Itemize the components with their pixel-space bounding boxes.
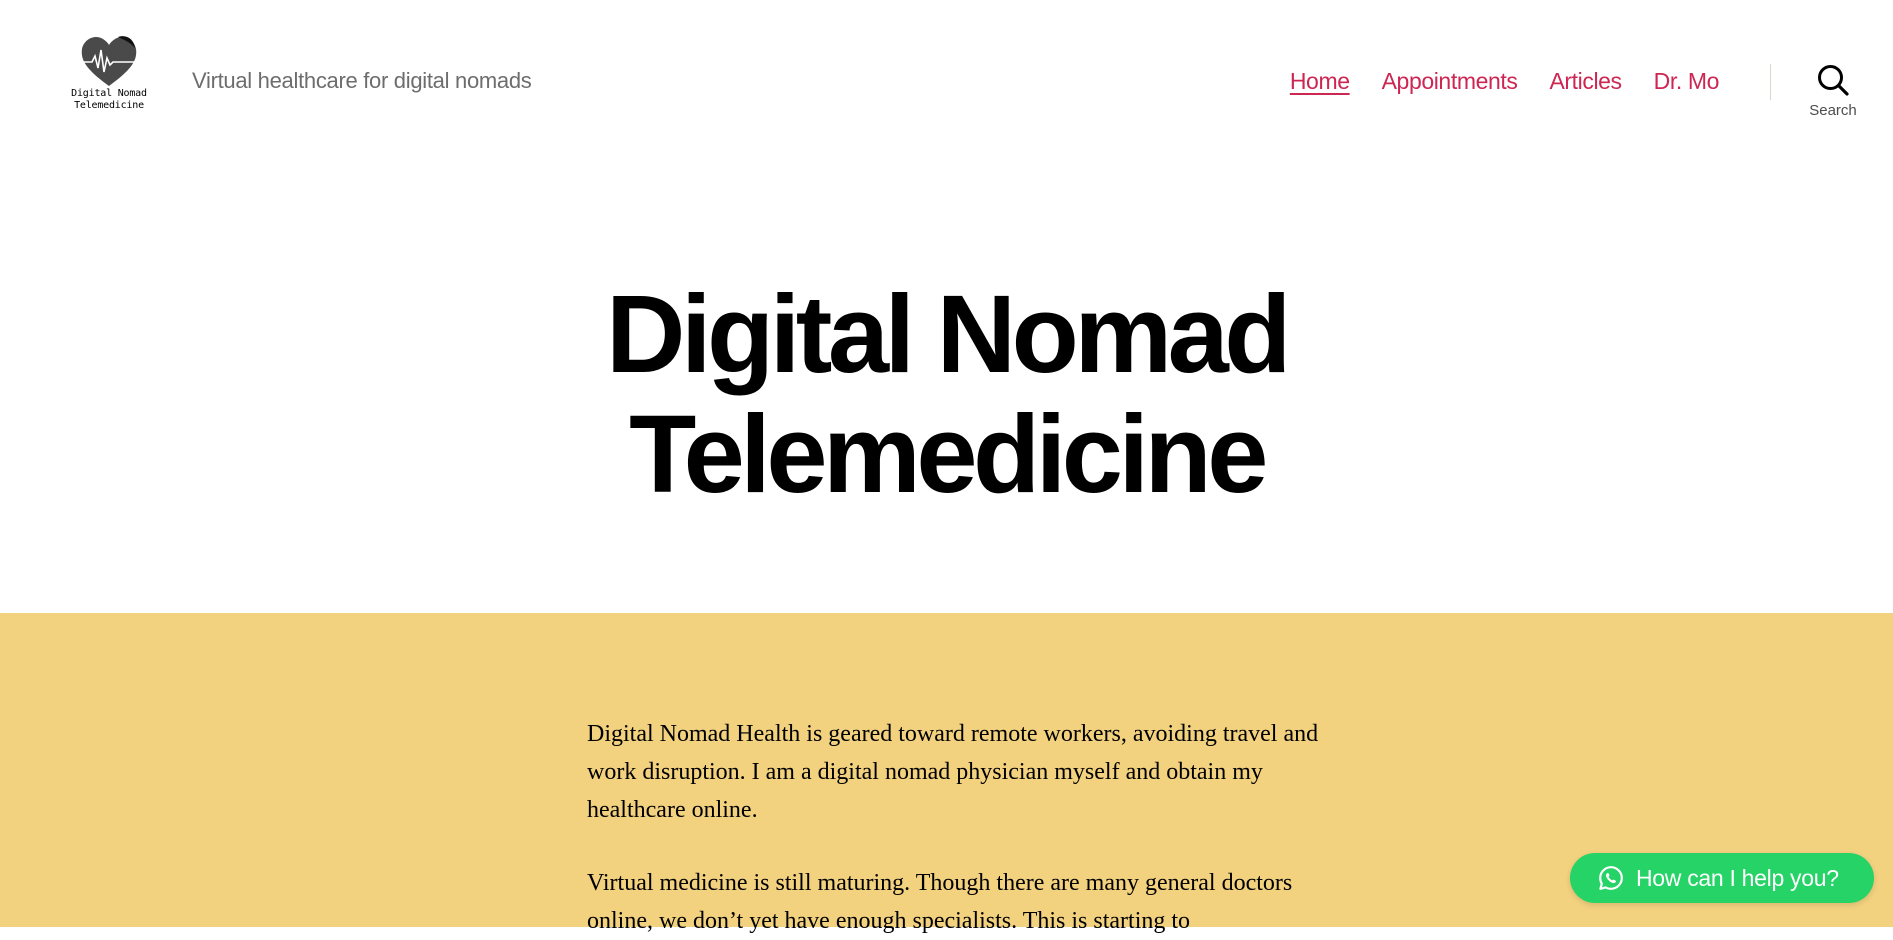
nav-divider (1770, 64, 1771, 100)
intro-paragraph: Digital Nomad Health is geared toward re… (587, 721, 1319, 823)
whatsapp-chat-button[interactable]: How can I help you? (1570, 853, 1874, 903)
site-tagline: Virtual healthcare for digital nomads (192, 68, 532, 93)
nav-link-articles[interactable]: Articles (1549, 68, 1622, 95)
logo-text-line1: Digital Nomad (71, 88, 147, 99)
whatsapp-icon (1598, 865, 1624, 891)
site-logo[interactable]: Digital Nomad Telemedicine (66, 32, 152, 124)
site-header: Digital Nomad Telemedicine Virtual healt… (0, 0, 1893, 170)
logo-text-line2: Telemedicine (74, 100, 144, 111)
search-label: Search (1809, 102, 1857, 119)
heart-logo-icon (78, 36, 140, 86)
search-toggle-button[interactable]: Search (1805, 64, 1861, 119)
primary-nav: Home Appointments Articles Dr. Mo (1290, 68, 1720, 95)
page-title: Digital Nomad Telemedicine (0, 275, 1893, 515)
nav-link-home[interactable]: Home (1290, 68, 1350, 95)
nav-link-dr-mo[interactable]: Dr. Mo (1654, 68, 1720, 95)
nav-link-appointments[interactable]: Appointments (1382, 68, 1518, 95)
chat-button-label: How can I help you? (1636, 864, 1839, 891)
intro-paragraph: Virtual medicine is still maturing. Thou… (587, 870, 1293, 934)
logo-text: Digital Nomad Telemedicine (66, 88, 152, 112)
search-icon (1818, 65, 1849, 96)
page-title-line2: Telemedicine (629, 393, 1268, 516)
page-title-line1: Digital Nomad (606, 273, 1292, 396)
